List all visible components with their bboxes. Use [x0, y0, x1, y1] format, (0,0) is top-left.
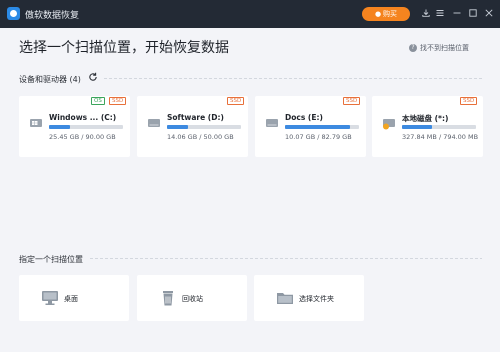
- page-title: 选择一个扫描位置，开始恢复数据: [19, 40, 229, 56]
- ssd-tag: SSD: [109, 97, 127, 105]
- location-label: 选择文件夹: [299, 295, 334, 303]
- usage-bar: [49, 125, 123, 129]
- upgrade-button[interactable]: ● 购买: [362, 7, 410, 21]
- usage-bar-fill: [167, 125, 188, 129]
- drive-name: 本地磁盘 (*:): [402, 114, 449, 123]
- export-icon[interactable]: [419, 6, 433, 20]
- section-divider: [104, 78, 482, 79]
- help-link-label: 找不到扫描位置: [420, 44, 469, 52]
- location-desktop[interactable]: 桌面: [19, 275, 129, 321]
- location-recycle-bin[interactable]: 回收站: [137, 275, 247, 321]
- section-divider: [90, 258, 482, 259]
- drive-name: Software (D:): [167, 113, 224, 122]
- refresh-icon[interactable]: [88, 72, 98, 82]
- usage-bar: [285, 125, 359, 129]
- hard-drive-icon: [266, 119, 278, 127]
- close-icon[interactable]: [482, 6, 496, 20]
- ssd-tag: SSD: [460, 97, 478, 105]
- usage-bar: [402, 125, 476, 129]
- question-icon: ?: [409, 44, 417, 52]
- windows-drive-icon: [30, 119, 42, 127]
- usage-bar-fill: [285, 125, 351, 129]
- location-label: 桌面: [64, 295, 78, 303]
- recycle-bin-icon: [163, 291, 173, 306]
- desktop-icon: [42, 291, 58, 305]
- upgrade-label: 购买: [383, 10, 398, 18]
- drive-name: Docs (E:): [285, 113, 323, 122]
- cart-icon: ●: [374, 10, 382, 18]
- drive-card-local[interactable]: SSD 本地磁盘 (*:) 327.84 MB / 794.00 MB: [372, 96, 483, 157]
- drive-size: 327.84 MB / 794.00 MB: [402, 133, 479, 141]
- location-select-folder[interactable]: 选择文件夹: [254, 275, 364, 321]
- drive-size: 25.45 GB / 90.00 GB: [49, 133, 116, 141]
- drive-card-c[interactable]: OS SSD Windows ... (C:) 25.45 GB / 90.00…: [19, 96, 130, 157]
- usage-bar: [167, 125, 241, 129]
- app-logo-icon: [7, 7, 20, 20]
- drive-card-e[interactable]: SSD Docs (E:) 10.07 GB / 82.79 GB: [255, 96, 366, 157]
- ssd-tag: SSD: [343, 97, 361, 105]
- help-link[interactable]: ? 找不到扫描位置: [409, 43, 469, 53]
- ssd-tag: SSD: [227, 97, 245, 105]
- drive-card-d[interactable]: SSD Software (D:) 14.06 GB / 50.00 GB: [137, 96, 248, 157]
- usage-bar-fill: [49, 125, 70, 129]
- location-label: 回收站: [182, 295, 203, 303]
- drive-size: 10.07 GB / 82.79 GB: [285, 133, 352, 141]
- app-title: 傲软数据恢复: [25, 11, 80, 21]
- maximize-icon[interactable]: [466, 6, 480, 20]
- os-tag: OS: [91, 97, 105, 105]
- devices-section-label: 设备和驱动器 (4): [19, 75, 81, 84]
- usage-bar-fill: [402, 125, 433, 129]
- locations-section-label: 指定一个扫描位置: [19, 255, 83, 264]
- minimize-icon[interactable]: [450, 6, 464, 20]
- folder-icon: [277, 293, 293, 304]
- title-bar: 傲软数据恢复 ● 购买: [0, 0, 500, 28]
- menu-icon[interactable]: [433, 6, 447, 20]
- usb-drive-icon: [383, 119, 395, 130]
- drive-name: Windows ... (C:): [49, 113, 117, 122]
- hard-drive-icon: [148, 119, 160, 127]
- drive-size: 14.06 GB / 50.00 GB: [167, 133, 234, 141]
